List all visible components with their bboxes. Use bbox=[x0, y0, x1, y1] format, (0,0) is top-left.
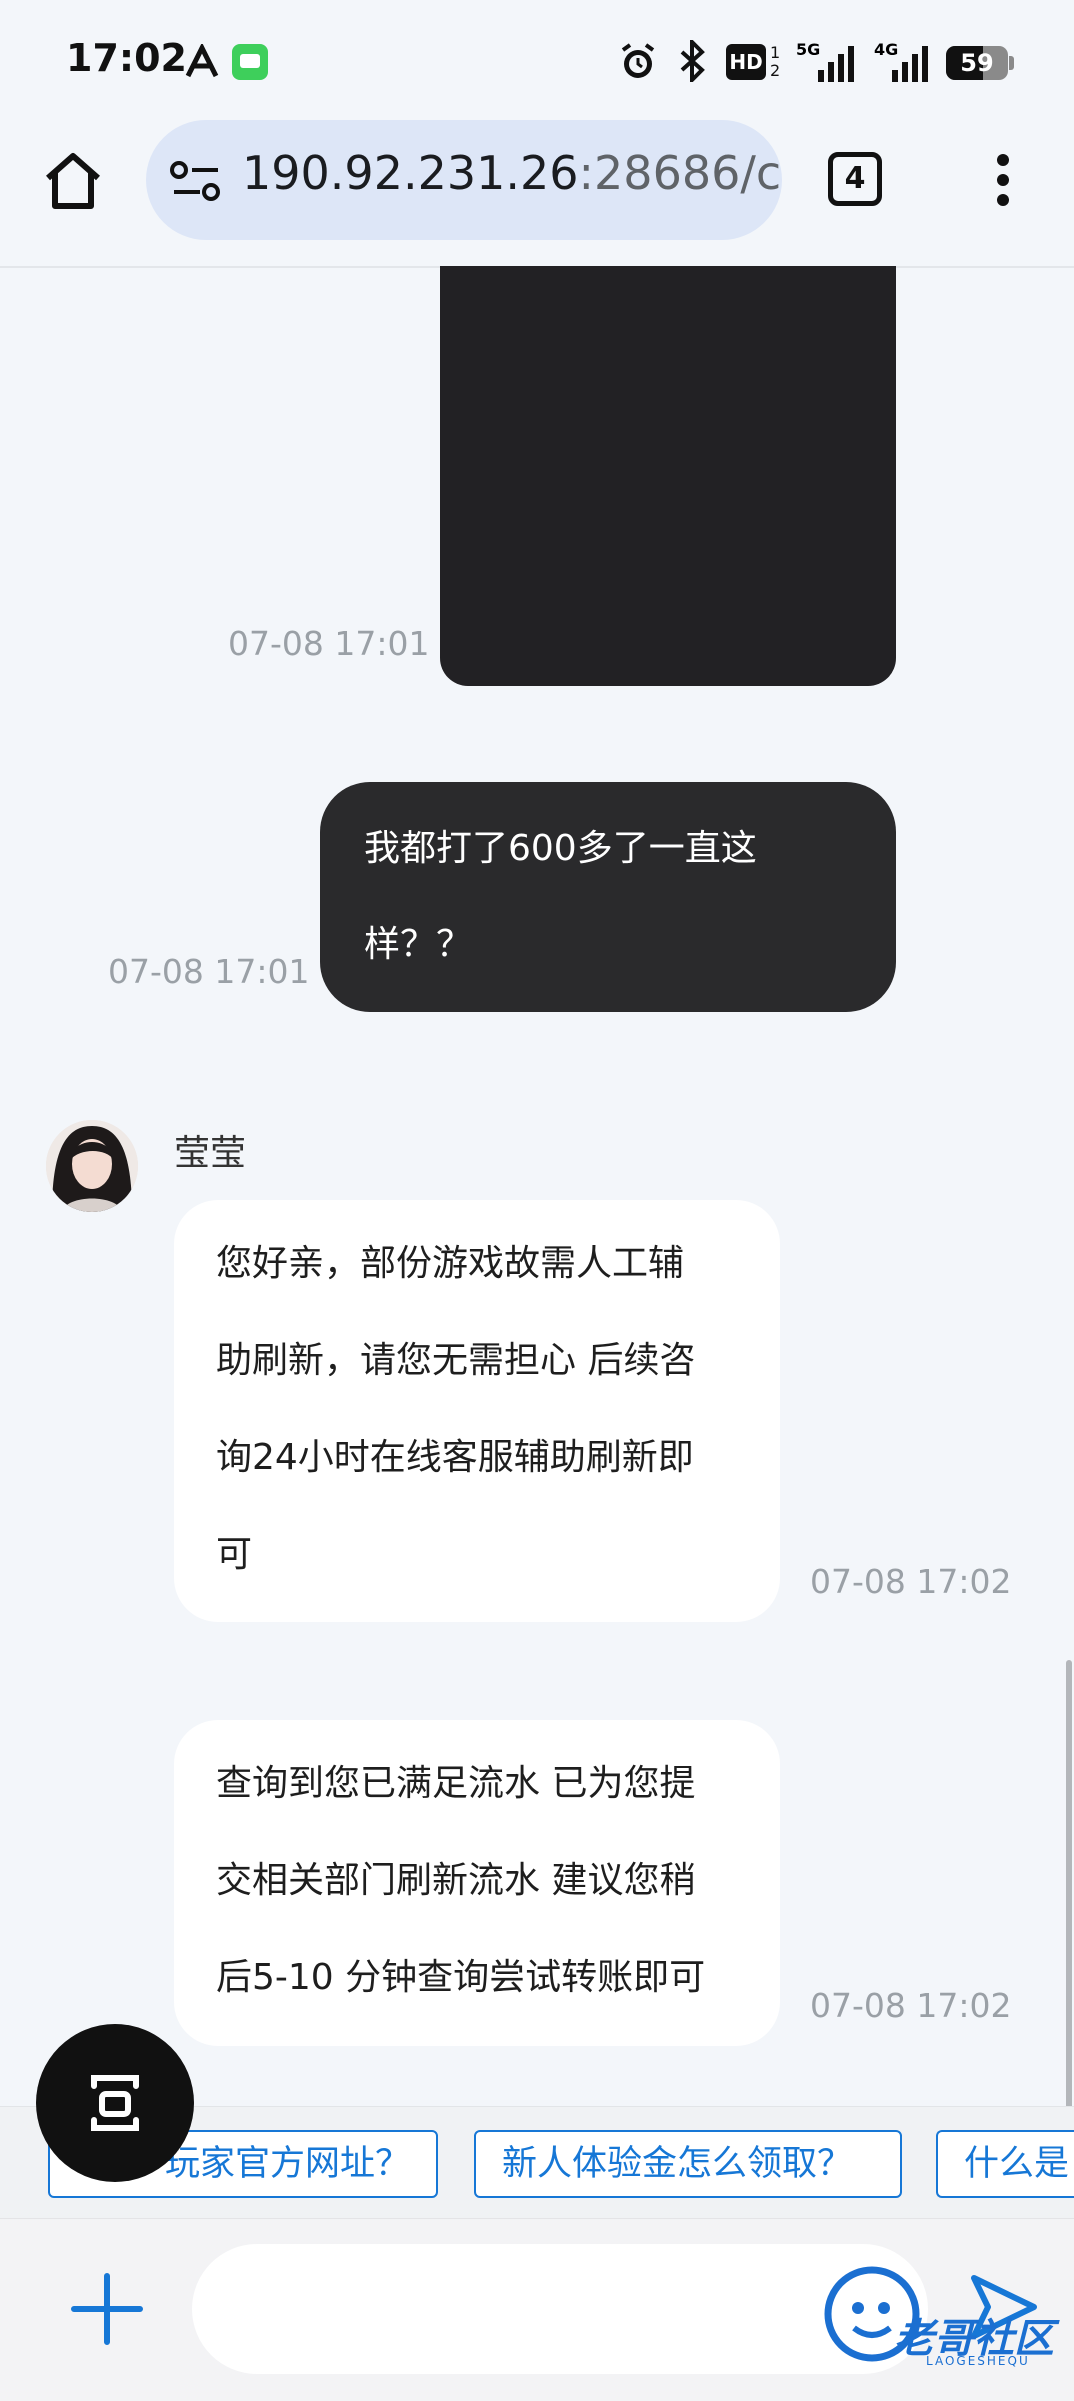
message-text-line: 样？？ bbox=[364, 924, 473, 965]
quick-reply-label: 玩家官方网址？ bbox=[164, 2144, 410, 2184]
home-icon[interactable] bbox=[40, 148, 106, 214]
message-input[interactable] bbox=[192, 2244, 928, 2374]
message-text-line: 我都打了600多了一直这 bbox=[364, 828, 757, 869]
more-menu-icon[interactable] bbox=[988, 150, 1018, 210]
message-text-line: 可 bbox=[216, 1534, 253, 1575]
message-timestamp: 07-08 17:02 bbox=[810, 1986, 1012, 2025]
message-text-line: 询24小时在线客服辅助刷新即 bbox=[216, 1437, 694, 1478]
url-host: 190.92.231.26 bbox=[242, 146, 579, 200]
image-message[interactable] bbox=[440, 266, 896, 686]
chat-scrollbar[interactable] bbox=[1066, 1660, 1072, 2110]
tab-count: 4 bbox=[844, 161, 866, 196]
quick-reply-label: 新人体验金怎么领取？ bbox=[502, 2144, 853, 2184]
agent-message-bubble: 您好亲，部份游戏故需人工辅 助刷新，请您无需担心 后续咨 询24小时在线客服辅助… bbox=[174, 1200, 780, 1622]
alarm-icon bbox=[618, 42, 658, 82]
message-text-line: 查询到您已满足流水 已为您提 bbox=[216, 1763, 696, 1804]
watermark-logo: 老哥社区 LAOGESHEQU bbox=[820, 2262, 1060, 2374]
quick-reply-chip[interactable]: 什么是 bbox=[936, 2130, 1074, 2198]
message-text-line: 助刷新，请您无需担心 后续咨 bbox=[216, 1340, 696, 1381]
watermark-subtext: LAOGESHEQU bbox=[926, 2354, 1030, 2368]
agent-message-bubble: 查询到您已满足流水 已为您提 交相关部门刷新流水 建议您稍 后5-10 分钟查询… bbox=[174, 1720, 780, 2046]
url-bar[interactable]: 190.92.231.26:28686/cha bbox=[146, 120, 782, 240]
site-settings-icon[interactable] bbox=[170, 160, 222, 204]
message-text-line: 交相关部门刷新流水 建议您稍 bbox=[216, 1860, 696, 1901]
message-text-line: 您好亲，部份游戏故需人工辅 bbox=[216, 1243, 685, 1284]
quick-reply-label: 什么是 bbox=[964, 2144, 1070, 2184]
agent-name: 莹莹 bbox=[174, 1133, 247, 1174]
url-path: :28686/cha bbox=[578, 146, 782, 200]
url-text[interactable]: 190.92.231.26:28686/cha bbox=[242, 146, 782, 200]
bluetooth-icon bbox=[676, 37, 708, 85]
status-time: 17:02 bbox=[66, 36, 187, 80]
add-attachment-icon[interactable] bbox=[70, 2272, 144, 2346]
hd-voice-icon: HD 12 bbox=[726, 44, 782, 82]
message-text-line: 后5-10 分钟查询尝试转账即可 bbox=[216, 1957, 706, 1998]
quick-reply-chip[interactable]: 新人体验金怎么领取？ bbox=[474, 2130, 902, 2198]
tab-switcher-button[interactable]: 4 bbox=[828, 152, 882, 206]
battery-icon: 59 bbox=[946, 46, 1014, 80]
avatar[interactable] bbox=[46, 1120, 138, 1212]
message-timestamp: 07-08 17:01 bbox=[108, 952, 310, 991]
message-timestamp: 07-08 17:01 bbox=[228, 624, 430, 663]
chat-app-icon bbox=[232, 44, 268, 80]
4g-signal-icon: 4G bbox=[874, 40, 930, 82]
a-logo-icon bbox=[184, 42, 220, 80]
user-message-bubble: 我都打了600多了一直这 样？？ bbox=[320, 782, 896, 1012]
5g-signal-icon: 5G bbox=[796, 40, 860, 82]
message-timestamp: 07-08 17:02 bbox=[810, 1562, 1012, 1601]
floating-service-button[interactable] bbox=[36, 2024, 194, 2182]
